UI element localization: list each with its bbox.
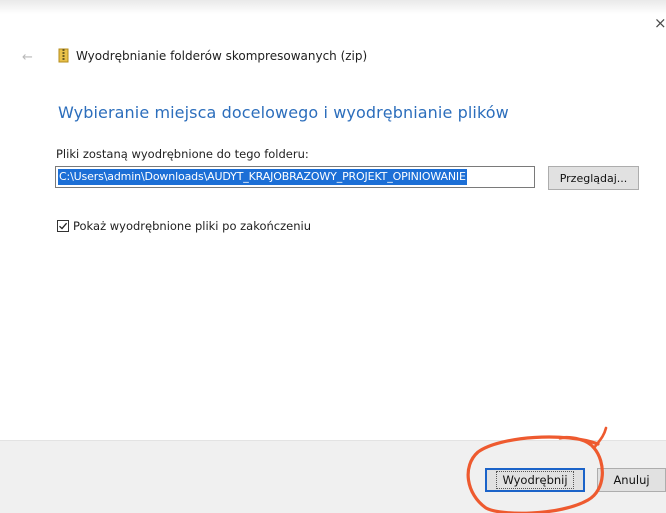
hand-drawn-circle-annotation [466, 426, 608, 513]
title-bar: Wyodrębnianie folderów skompresowanych (… [58, 48, 367, 63]
page-heading: Wybieranie miejsca docelowego i wyodrębn… [58, 103, 509, 122]
show-files-label: Pokaż wyodrębnione pliki po zakończeniu [73, 219, 312, 233]
close-icon[interactable]: × [654, 14, 666, 32]
cancel-button[interactable]: Anuluj [597, 468, 666, 492]
back-arrow-icon[interactable]: ← [22, 50, 33, 65]
destination-path-text: C:\Users\admin\Downloads\AUDYT_KRAJOBRAZ… [58, 169, 467, 185]
browse-button[interactable]: Przeglądaj... [548, 166, 639, 190]
window-title: Wyodrębnianie folderów skompresowanych (… [76, 48, 368, 63]
destination-path-input[interactable]: C:\Users\admin\Downloads\AUDYT_KRAJOBRAZ… [55, 166, 535, 188]
zip-folder-icon [58, 48, 69, 63]
show-files-option[interactable]: Pokaż wyodrębnione pliki po zakończeniu [57, 219, 311, 233]
extract-zip-wizard: × ← Wyodrębnianie folderów skompresowany… [0, 0, 666, 513]
destination-label: Pliki zostaną wyodrębnione do tego folde… [56, 147, 309, 161]
show-files-checkbox[interactable] [57, 220, 69, 232]
extract-button-label: Wyodrębnij [496, 471, 574, 489]
checkmark-icon [59, 222, 68, 230]
extract-button[interactable]: Wyodrębnij [485, 468, 585, 492]
top-shade [0, 0, 666, 14]
